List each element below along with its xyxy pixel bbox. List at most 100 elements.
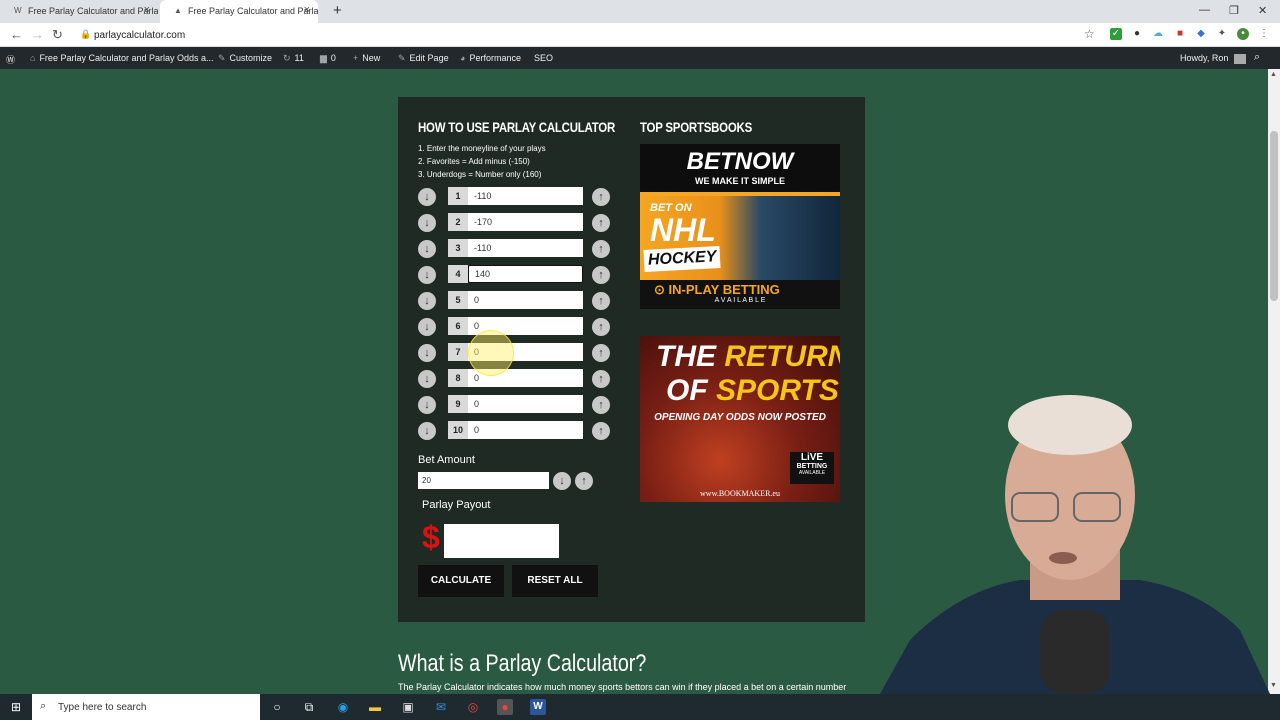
- store-icon[interactable]: ▣: [400, 699, 416, 715]
- back-icon[interactable]: ←: [10, 27, 23, 42]
- bet-decrease-down-arrow-icon[interactable]: ↓: [553, 472, 571, 490]
- browser-tab-active[interactable]: ▲ Free Parlay Calculator and Parlay ×: [160, 0, 318, 23]
- cloud-extension-icon[interactable]: ☁: [1152, 28, 1164, 40]
- wp-performance-text: Performance: [469, 53, 521, 63]
- increase-up-arrow-icon[interactable]: ↑: [592, 188, 610, 206]
- bookmaker-ad-banner[interactable]: THE RETURN OF SPORTS OPENING DAY ODDS NO…: [640, 336, 840, 502]
- reload-icon[interactable]: ↻: [52, 27, 63, 43]
- betnow-tagline: WE MAKE IT SIMPLE: [695, 176, 785, 186]
- betnow-ad-banner[interactable]: BETNOW WE MAKE IT SIMPLE BET ON NHL HOCK…: [640, 144, 840, 309]
- wp-customize[interactable]: ✎ Customize: [218, 53, 272, 64]
- scroll-up-icon[interactable]: ▲: [1270, 71, 1277, 78]
- increase-up-arrow-icon[interactable]: ↑: [592, 318, 610, 336]
- odds-input[interactable]: [468, 187, 583, 205]
- increase-up-arrow-icon[interactable]: ↑: [592, 422, 610, 440]
- wp-new-text: New: [362, 53, 381, 63]
- url-field[interactable]: 🔒 parlaycalculator.com: [74, 25, 1094, 45]
- recorder-icon[interactable]: ●: [497, 699, 513, 715]
- scroll-down-icon[interactable]: ▼: [1270, 682, 1277, 689]
- bookmaker-url: www.BOOKMAKER.eu: [700, 489, 780, 498]
- tab-close-icon[interactable]: ×: [304, 4, 310, 16]
- odds-input[interactable]: [468, 421, 583, 439]
- increase-up-arrow-icon[interactable]: ↑: [592, 266, 610, 284]
- wordpress-logo-icon[interactable]: Ⓦ: [6, 53, 15, 66]
- odds-row: ↓ 1 ↑: [418, 187, 618, 207]
- wp-howdy[interactable]: Howdy, Ron: [1180, 53, 1246, 64]
- reset-all-button[interactable]: RESET ALL: [512, 565, 598, 597]
- increase-up-arrow-icon[interactable]: ↑: [592, 396, 610, 414]
- chrome-icon[interactable]: ◎: [465, 699, 481, 715]
- wp-site-title[interactable]: ⌂ Free Parlay Calculator and Parlay Odds …: [30, 53, 214, 63]
- bet-amount-label: Bet Amount: [418, 454, 475, 466]
- menu-kebab-icon[interactable]: ⋮: [1258, 28, 1270, 40]
- badge-live: LiVE: [800, 452, 824, 463]
- search-icon[interactable]: ⌕: [1254, 51, 1260, 64]
- taskbar-search[interactable]: ⌕ Type here to search: [32, 694, 260, 720]
- puzzle-extensions-icon[interactable]: ✦: [1216, 28, 1228, 40]
- word-icon[interactable]: W: [530, 699, 546, 715]
- available-text: A V A I L A B L E: [714, 297, 766, 304]
- bookmark-star-icon[interactable]: ☆: [1084, 27, 1095, 41]
- blue-extension-icon[interactable]: ◆: [1195, 28, 1207, 40]
- wp-seo[interactable]: SEO: [534, 53, 553, 63]
- decrease-down-arrow-icon[interactable]: ↓: [418, 292, 436, 310]
- close-window-button[interactable]: ✕: [1258, 4, 1267, 17]
- decrease-down-arrow-icon[interactable]: ↓: [418, 214, 436, 232]
- red-extension-icon[interactable]: ■: [1174, 28, 1186, 40]
- updates-icon: ↻: [283, 53, 291, 63]
- checkmark-extension-icon[interactable]: ✓: [1110, 28, 1122, 40]
- calculate-button[interactable]: CALCULATE: [418, 565, 504, 597]
- bet-increase-up-arrow-icon[interactable]: ↑: [575, 472, 593, 490]
- odds-input[interactable]: [468, 265, 583, 283]
- headline-return: RETURN: [724, 340, 840, 373]
- play-circle-icon: ⊙: [654, 282, 665, 297]
- wp-performance[interactable]: ◕ Performance: [460, 53, 521, 63]
- wp-new[interactable]: + New: [353, 53, 380, 63]
- task-view-icon[interactable]: ⧉: [301, 699, 317, 715]
- scrollbar-thumb[interactable]: [1270, 131, 1278, 301]
- profile-avatar-icon[interactable]: •: [1237, 28, 1249, 40]
- decrease-down-arrow-icon[interactable]: ↓: [418, 396, 436, 414]
- presenter-mouth: [1049, 552, 1077, 564]
- bet-amount-input[interactable]: [418, 472, 549, 489]
- calculator-title: HOW TO USE PARLAY CALCULATOR: [418, 119, 616, 135]
- return-of-sports-line1: THE RETURN: [656, 340, 840, 374]
- odds-input[interactable]: [468, 213, 583, 231]
- tab-close-icon[interactable]: ×: [144, 4, 150, 16]
- increase-up-arrow-icon[interactable]: ↑: [592, 240, 610, 258]
- increase-up-arrow-icon[interactable]: ↑: [592, 292, 610, 310]
- wp-comments[interactable]: ▆ 0: [320, 53, 336, 64]
- row-number: 6: [448, 317, 468, 335]
- file-explorer-icon[interactable]: ▬: [367, 699, 383, 715]
- mail-icon[interactable]: ✉: [433, 699, 449, 715]
- instruction-1: 1. Enter the moneyline of your plays: [418, 144, 546, 153]
- decrease-down-arrow-icon[interactable]: ↓: [418, 240, 436, 258]
- windows-start-icon[interactable]: ⊞: [8, 699, 24, 715]
- row-number: 1: [448, 187, 468, 205]
- restore-button[interactable]: ❐: [1229, 4, 1239, 17]
- decrease-down-arrow-icon[interactable]: ↓: [418, 370, 436, 388]
- row-number: 10: [448, 421, 468, 439]
- decrease-down-arrow-icon[interactable]: ↓: [418, 188, 436, 206]
- odds-input[interactable]: [468, 291, 583, 309]
- forward-icon[interactable]: →: [31, 27, 44, 42]
- edge-icon[interactable]: ◉: [335, 699, 351, 715]
- cortana-icon[interactable]: ○: [269, 699, 285, 715]
- increase-up-arrow-icon[interactable]: ↑: [592, 344, 610, 362]
- wp-edit-page[interactable]: ✎ Edit Page: [398, 53, 449, 64]
- decrease-down-arrow-icon[interactable]: ↓: [418, 422, 436, 440]
- github-extension-icon[interactable]: ●: [1131, 28, 1143, 40]
- new-tab-button[interactable]: +: [333, 2, 342, 19]
- odds-input[interactable]: [468, 239, 583, 257]
- wp-updates[interactable]: ↻ 11: [283, 53, 304, 64]
- wordpress-admin-bar: Ⓦ ⌂ Free Parlay Calculator and Parlay Odd…: [0, 47, 1280, 69]
- decrease-down-arrow-icon[interactable]: ↓: [418, 344, 436, 362]
- increase-up-arrow-icon[interactable]: ↑: [592, 370, 610, 388]
- address-bar: ← → ↻ 🔒 parlaycalculator.com ☆ ✓ ● ☁ ■ ◆…: [0, 23, 1280, 47]
- odds-input[interactable]: [468, 395, 583, 413]
- browser-tab[interactable]: W Free Parlay Calculator and Parlay ×: [0, 0, 158, 23]
- decrease-down-arrow-icon[interactable]: ↓: [418, 266, 436, 284]
- increase-up-arrow-icon[interactable]: ↑: [592, 214, 610, 232]
- minimize-button[interactable]: —: [1199, 4, 1210, 16]
- decrease-down-arrow-icon[interactable]: ↓: [418, 318, 436, 336]
